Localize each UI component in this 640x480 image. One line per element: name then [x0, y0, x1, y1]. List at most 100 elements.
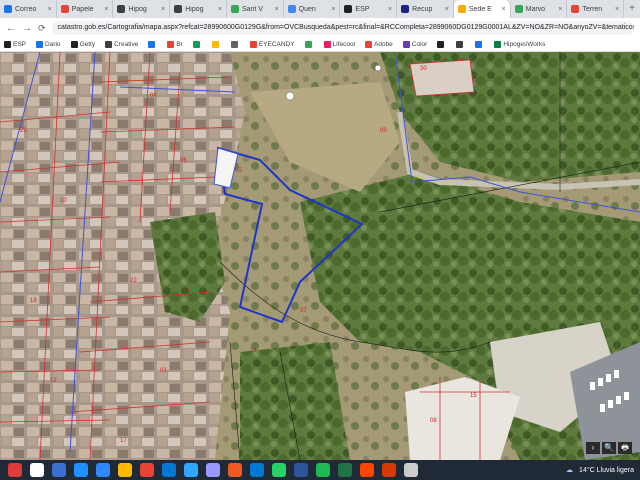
- taskbar-app-icon[interactable]: [30, 463, 44, 477]
- cadastral-map[interactable]: 29 04 10 06 18 22 12 03 17 14 08 15 30 07 05 09 › 🔍 🖶: [0, 52, 640, 460]
- bookmark-icon: [475, 41, 483, 48]
- taskbar-app-icon[interactable]: [206, 463, 220, 477]
- bookmark-item[interactable]: [192, 41, 202, 48]
- tab-close-icon[interactable]: ×: [615, 6, 619, 13]
- taskbar-app-icon[interactable]: [52, 463, 66, 477]
- tab-favicon-icon: [117, 5, 126, 13]
- taskbar-app-icon[interactable]: [404, 463, 418, 477]
- taskbar-app-icon[interactable]: [118, 463, 132, 477]
- tab[interactable]: Hipog ×: [170, 0, 227, 18]
- parcel-number-label: 30: [420, 66, 427, 72]
- tab-close-icon[interactable]: ×: [445, 6, 449, 13]
- tab-close-icon[interactable]: ×: [161, 6, 165, 13]
- parcel-number-label: 18: [30, 298, 37, 304]
- bookmark-item[interactable]: [437, 41, 446, 48]
- bookmark-icon: [402, 41, 410, 48]
- bookmark-item[interactable]: Br: [167, 41, 183, 48]
- print-map-control[interactable]: 🖶: [618, 442, 632, 454]
- taskbar-app-icon[interactable]: [382, 463, 396, 477]
- tab-label: Terren: [582, 5, 603, 13]
- tab[interactable]: ESP ×: [340, 0, 398, 18]
- parcel-number-label: 29: [20, 128, 27, 134]
- tab[interactable]: Terren ×: [567, 0, 625, 18]
- next-map-control[interactable]: ›: [586, 442, 600, 454]
- bookmark-item[interactable]: Color: [402, 41, 428, 48]
- weather-text[interactable]: 14°C Lluvia ligera: [579, 467, 634, 474]
- bookmark-icon: [437, 41, 445, 48]
- taskbar-app-icon[interactable]: [360, 463, 374, 477]
- parcel-number-label: 03: [160, 368, 167, 374]
- forward-icon[interactable]: →: [22, 23, 32, 34]
- zoom-map-control[interactable]: 🔍: [602, 442, 616, 454]
- bookmark-item[interactable]: [304, 41, 314, 48]
- bookmark-label: Creative: [114, 41, 139, 48]
- taskbar-app-icon[interactable]: [316, 463, 330, 477]
- tab-close-icon[interactable]: ×: [331, 6, 335, 13]
- tab-favicon-icon: [401, 5, 410, 13]
- taskbar-app-icon[interactable]: [338, 463, 352, 477]
- bookmark-icon: [4, 41, 11, 48]
- bookmark-item[interactable]: HipogesWorks: [494, 41, 546, 48]
- new-tab-button[interactable]: +: [624, 0, 640, 18]
- tab-close-icon[interactable]: ×: [218, 6, 222, 13]
- tab-close-icon[interactable]: ×: [104, 6, 108, 13]
- bookmark-icon: [192, 41, 200, 48]
- taskbar-app-icon[interactable]: [96, 463, 110, 477]
- tab[interactable]: Correo ×: [0, 0, 57, 18]
- bookmark-label: HipogesWorks: [503, 41, 546, 48]
- address-bar: ← → ⟳ catastro.gob.es/Cartografia/mapa.a…: [0, 18, 640, 38]
- tab-close-icon[interactable]: ×: [388, 6, 392, 13]
- reload-icon[interactable]: ⟳: [38, 23, 46, 34]
- bookmark-item[interactable]: [456, 41, 465, 48]
- taskbar-app-icon[interactable]: [272, 463, 286, 477]
- bookmarks-bar: ESP Dario Getty Creative Br EYECANDY Lifecool A…: [0, 38, 640, 52]
- bookmark-item[interactable]: [211, 41, 221, 48]
- taskbar-app-icon[interactable]: [250, 463, 264, 477]
- parcel-number-label: 22: [130, 278, 137, 284]
- tab-favicon-icon: [4, 5, 12, 13]
- bookmark-item[interactable]: [475, 41, 484, 48]
- taskbar-app-icon[interactable]: [294, 463, 308, 477]
- bookmark-item[interactable]: ESP: [4, 41, 26, 48]
- bookmark-item[interactable]: Dario: [36, 41, 61, 48]
- bookmark-item[interactable]: [148, 41, 157, 48]
- tab-close-icon[interactable]: ×: [275, 6, 279, 13]
- taskbar-app-icon[interactable]: [74, 463, 88, 477]
- tab-label: Queri: [298, 5, 316, 13]
- bookmark-item[interactable]: Lifecool: [323, 41, 355, 48]
- taskbar-app-icon[interactable]: [228, 463, 242, 477]
- tab[interactable]: Sede E ×: [453, 0, 511, 18]
- url-field[interactable]: catastro.gob.es/Cartografia/mapa.aspx?re…: [51, 21, 634, 35]
- tab[interactable]: Recup ×: [397, 0, 454, 18]
- taskbar-app-icon[interactable]: [140, 463, 154, 477]
- tab-label: Recup: [412, 5, 433, 13]
- tab-label: Marvo: [525, 5, 546, 13]
- taskbar-app-icon[interactable]: [184, 463, 198, 477]
- bookmark-item[interactable]: Adobe: [365, 41, 393, 48]
- bookmark-icon: [494, 41, 502, 48]
- tab[interactable]: Sant V ×: [227, 0, 284, 18]
- tab[interactable]: Queri ×: [284, 0, 341, 18]
- tab[interactable]: Marvo ×: [511, 0, 568, 18]
- tab-close-icon[interactable]: ×: [558, 6, 562, 13]
- bookmark-item[interactable]: Creative: [105, 41, 138, 48]
- bookmark-icon: [249, 41, 257, 48]
- tab[interactable]: Papele ×: [57, 0, 114, 18]
- bookmark-label: Dario: [45, 41, 61, 48]
- bookmark-label: Color: [411, 41, 428, 48]
- bookmark-label: Adobe: [374, 41, 393, 48]
- parcel-number-label: 07: [300, 308, 307, 314]
- taskbar-app-icon[interactable]: [162, 463, 176, 477]
- bookmark-icon: [365, 41, 372, 48]
- tab-close-icon[interactable]: ×: [48, 6, 52, 13]
- bookmark-item[interactable]: Getty: [70, 41, 95, 48]
- back-icon[interactable]: ←: [6, 23, 16, 34]
- tab-close-icon[interactable]: ×: [502, 6, 506, 13]
- map-canvas[interactable]: 29 04 10 06 18 22 12 03 17 14 08 15 30 07 05 09: [0, 52, 640, 460]
- bookmark-icon: [70, 41, 78, 48]
- tab[interactable]: Hipog ×: [113, 0, 171, 18]
- start-button[interactable]: [8, 463, 22, 477]
- tab-favicon-icon: [174, 5, 183, 13]
- bookmark-item[interactable]: [230, 41, 240, 48]
- bookmark-item[interactable]: EYECANDY: [249, 41, 295, 48]
